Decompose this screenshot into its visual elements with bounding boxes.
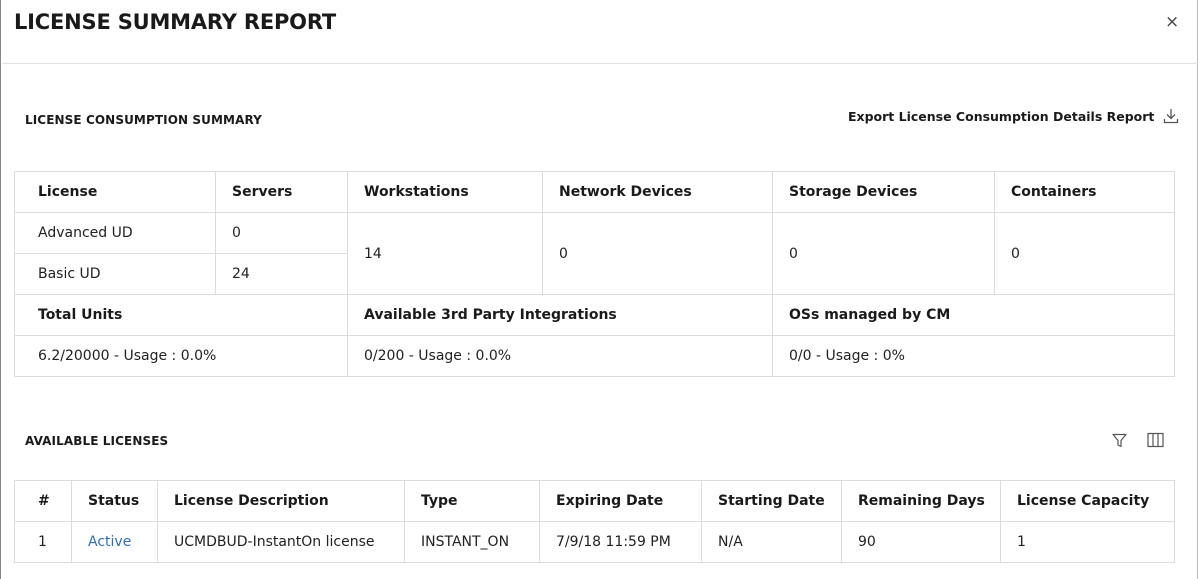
expiring-date: 7/9/18 11:59 PM xyxy=(539,521,702,563)
os-managed-label: OSs managed by CM xyxy=(772,294,1175,336)
row-number: 1 xyxy=(14,521,72,563)
col-type: Type xyxy=(404,480,540,522)
servers-count: 24 xyxy=(215,253,348,295)
license-name: Advanced UD xyxy=(14,212,216,254)
network-devices-count: 0 xyxy=(542,212,773,295)
consumption-header-row: License Servers Workstations Network Dev… xyxy=(14,171,1175,213)
os-managed-value: 0/0 - Usage : 0% xyxy=(772,335,1175,377)
col-network-devices: Network Devices xyxy=(542,171,773,213)
total-units-label: Total Units xyxy=(14,294,348,336)
table-row: Advanced UD 0 14 0 0 0 xyxy=(14,212,1175,295)
starting-date: N/A xyxy=(701,521,842,563)
workstations-count: 14 xyxy=(347,212,543,295)
filter-icon[interactable] xyxy=(1112,433,1127,448)
license-capacity: 1 xyxy=(1000,521,1175,563)
available-header-row: # Status License Description Type Expiri… xyxy=(14,480,1175,522)
dialog-header: LICENSE SUMMARY REPORT × xyxy=(2,0,1198,64)
status-cell: Active xyxy=(71,521,158,563)
containers-count: 0 xyxy=(994,212,1175,295)
col-servers: Servers xyxy=(215,171,348,213)
col-storage-devices: Storage Devices xyxy=(772,171,995,213)
total-units-value: 6.2/20000 - Usage : 0.0% xyxy=(14,335,348,377)
license-description: UCMDBUD-InstantOn license xyxy=(157,521,405,563)
export-report-link[interactable]: Export License Consumption Details Repor… xyxy=(848,108,1179,124)
download-icon xyxy=(1164,109,1179,124)
storage-devices-count: 0 xyxy=(772,212,995,295)
col-starting-date: Starting Date xyxy=(701,480,842,522)
totals-label-row: Total Units Available 3rd Party Integrat… xyxy=(14,294,1175,336)
third-party-label: Available 3rd Party Integrations xyxy=(347,294,773,336)
columns-icon[interactable] xyxy=(1147,432,1164,448)
consumption-table: License Servers Workstations Network Dev… xyxy=(14,171,1175,377)
col-license-capacity: License Capacity xyxy=(1000,480,1175,522)
col-number: # xyxy=(14,480,72,522)
close-icon[interactable]: × xyxy=(1165,12,1179,32)
col-workstations: Workstations xyxy=(347,171,543,213)
dialog-title: LICENSE SUMMARY REPORT xyxy=(14,10,336,34)
col-license: License xyxy=(14,171,216,213)
col-containers: Containers xyxy=(994,171,1175,213)
license-type: INSTANT_ON xyxy=(404,521,540,563)
servers-count: 0 xyxy=(215,212,348,254)
col-remaining-days: Remaining Days xyxy=(841,480,1001,522)
dialog: LICENSE SUMMARY REPORT × LICENSE CONSUMP… xyxy=(0,0,1198,579)
consumption-section-title: LICENSE CONSUMPTION SUMMARY xyxy=(25,113,262,127)
available-section-title: AVAILABLE LICENSES xyxy=(25,434,169,448)
status-link[interactable]: Active xyxy=(88,534,131,550)
remaining-days: 90 xyxy=(841,521,1001,563)
col-expiring-date: Expiring Date xyxy=(539,480,702,522)
col-license-description: License Description xyxy=(157,480,405,522)
available-licenses-table: # Status License Description Type Expiri… xyxy=(14,480,1175,563)
totals-value-row: 6.2/20000 - Usage : 0.0% 0/200 - Usage :… xyxy=(14,335,1175,377)
export-report-label: Export License Consumption Details Repor… xyxy=(848,108,1155,124)
col-status: Status xyxy=(71,480,158,522)
table-row: 1 Active UCMDBUD-InstantOn license INSTA… xyxy=(14,521,1175,563)
license-name: Basic UD xyxy=(14,253,216,295)
third-party-value: 0/200 - Usage : 0.0% xyxy=(347,335,773,377)
